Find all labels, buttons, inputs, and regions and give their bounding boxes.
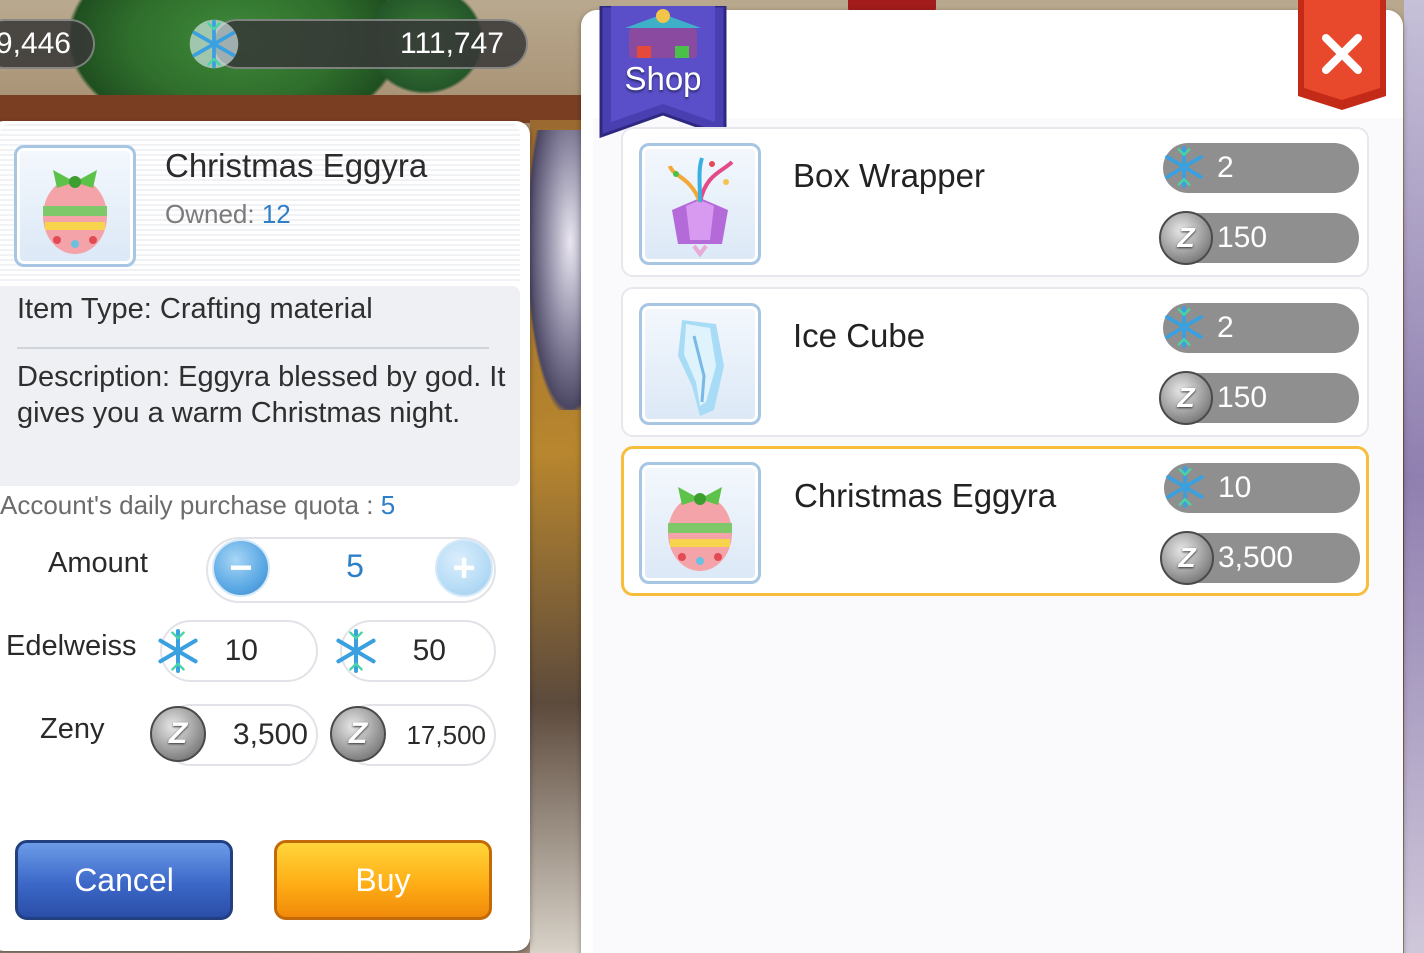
snowflake-icon bbox=[1165, 305, 1203, 349]
item-title: Christmas Eggyra bbox=[165, 147, 428, 184]
cancel-button-label: Cancel bbox=[74, 861, 174, 898]
decrease-amount-button[interactable]: − bbox=[212, 539, 270, 597]
shop-item-name: Christmas Eggyra bbox=[794, 477, 1057, 514]
item-icon-frame bbox=[639, 143, 761, 265]
item-detail-panel: Christmas Eggyra Owned: 12 Item Type: Cr… bbox=[0, 121, 530, 951]
ice-crystal-icon bbox=[678, 320, 724, 416]
wolf-character bbox=[528, 130, 588, 410]
zeny-price-value: 150 bbox=[1217, 221, 1268, 254]
easter-egg-icon bbox=[43, 170, 107, 254]
plus-icon: + bbox=[452, 545, 476, 590]
edelweiss-price-value: 2 bbox=[1217, 311, 1234, 344]
currency-edelweiss-value: 111,747 bbox=[400, 27, 504, 60]
amount-label: Amount bbox=[48, 547, 148, 579]
info-divider bbox=[17, 347, 489, 349]
item-icon-frame bbox=[639, 462, 761, 584]
amount-value: 5 bbox=[346, 548, 364, 584]
zeny-coin-icon: Z bbox=[330, 706, 386, 762]
increase-amount-button[interactable]: + bbox=[435, 539, 493, 597]
currency-left-value: 9,446 bbox=[0, 27, 71, 60]
snowflake-icon bbox=[158, 629, 198, 673]
edelweiss-total-value: 50 bbox=[412, 634, 446, 667]
zeny-price-value: 3,500 bbox=[1218, 541, 1294, 574]
quota-label: Account's daily purchase quota : bbox=[0, 490, 374, 520]
scene-wall bbox=[0, 95, 600, 123]
owned-count: 12 bbox=[261, 199, 291, 229]
shop-item-name: Ice Cube bbox=[793, 317, 926, 354]
shop-title: Shop bbox=[624, 60, 702, 97]
gift-box-icon bbox=[668, 157, 734, 258]
zeny-coin-icon: Z bbox=[150, 706, 206, 762]
snowflake-icon bbox=[1165, 145, 1203, 189]
owned-label: Owned: bbox=[165, 199, 255, 229]
zeny-unit-value: 3,500 bbox=[232, 718, 308, 751]
zeny-label: Zeny bbox=[40, 713, 105, 745]
easter-egg-icon bbox=[668, 487, 732, 571]
minus-icon: − bbox=[229, 545, 253, 590]
item-icon-frame bbox=[639, 303, 761, 425]
snowflake-icon bbox=[189, 19, 239, 69]
snowflake-icon bbox=[1166, 465, 1204, 509]
zeny-coin-icon: Z bbox=[1159, 211, 1213, 265]
item-icon-frame bbox=[14, 145, 136, 267]
edelweiss-label: Edelweiss bbox=[6, 630, 137, 662]
item-owned: Owned: 12 bbox=[165, 199, 291, 230]
zeny-price-value: 150 bbox=[1217, 381, 1268, 414]
currency-bar-edelweiss: 111,747 bbox=[212, 19, 528, 69]
snowflake-icon bbox=[336, 629, 376, 673]
edelweiss-unit-value: 10 bbox=[224, 634, 258, 667]
item-type: Item Type: Crafting material bbox=[17, 293, 373, 325]
currency-bar-left: 9,446 bbox=[0, 19, 95, 69]
buy-button-label: Buy bbox=[355, 861, 411, 898]
scene-edge bbox=[1404, 0, 1424, 953]
zeny-coin-icon: Z bbox=[1160, 531, 1214, 585]
shop-item-name: Box Wrapper bbox=[793, 157, 985, 194]
daily-quota: Account's daily purchase quota : 5 bbox=[0, 490, 395, 521]
close-button[interactable] bbox=[1294, 0, 1390, 112]
edelweiss-price-value: 2 bbox=[1217, 151, 1234, 184]
shop-item-box-wrapper[interactable]: Box Wrapper 2 150 Z bbox=[621, 127, 1369, 277]
cancel-button[interactable]: Cancel bbox=[15, 840, 233, 920]
quota-value: 5 bbox=[380, 490, 396, 520]
shop-item-ice-cube[interactable]: Ice Cube 2 150 Z bbox=[621, 287, 1369, 437]
item-description: Description: Eggyra blessed by god. It g… bbox=[17, 361, 506, 429]
buy-button[interactable]: Buy bbox=[274, 840, 492, 920]
zeny-coin-icon: Z bbox=[1159, 371, 1213, 425]
shop-item-christmas-eggyra[interactable]: Christmas Eggyra 10 3,500 Z bbox=[621, 446, 1369, 596]
zeny-total-value: 17,500 bbox=[406, 719, 486, 750]
edelweiss-price-value: 10 bbox=[1218, 471, 1252, 504]
